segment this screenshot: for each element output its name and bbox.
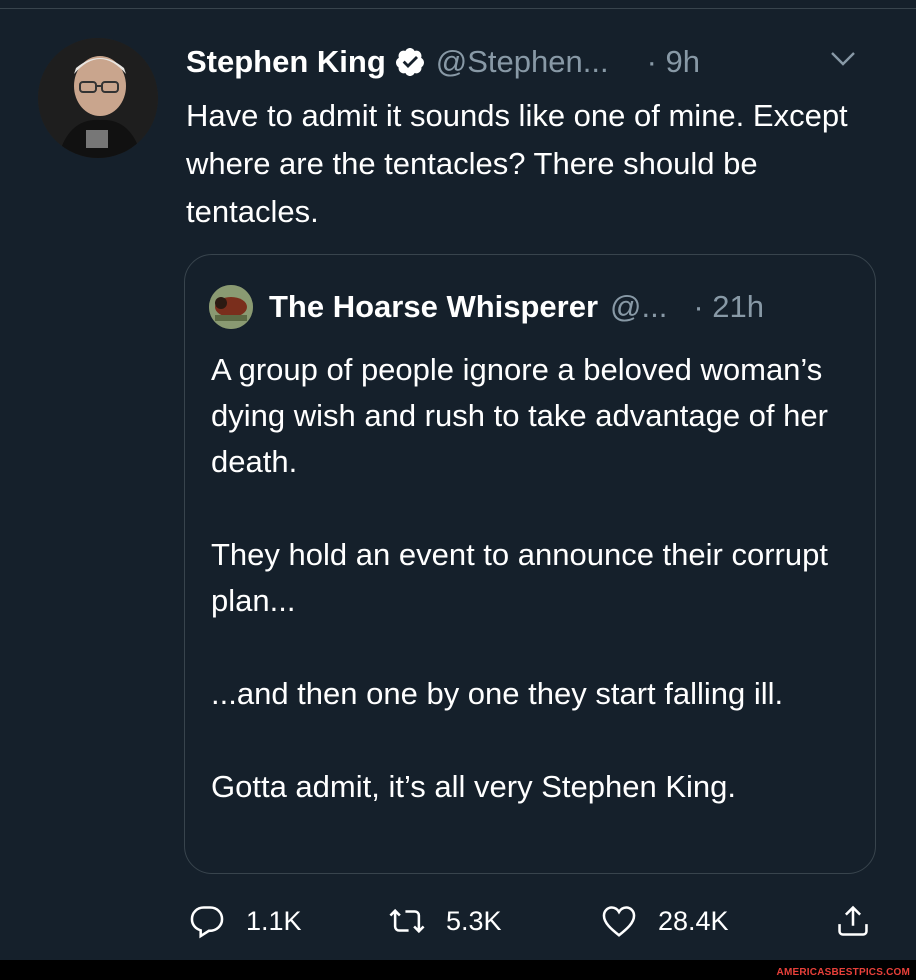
quoted-tweet-card[interactable]: The Hoarse Whisperer @... · 21h A group …	[184, 254, 876, 874]
like-count: 28.4K	[658, 905, 729, 936]
quoted-author-avatar[interactable]	[209, 285, 253, 329]
reply-button[interactable]: 1.1K	[188, 896, 302, 946]
retweet-count: 5.3K	[446, 905, 502, 936]
author-name[interactable]: Stephen King	[186, 44, 386, 80]
footer-bar: AMERICASBESTPICS.COM	[0, 960, 916, 980]
quoted-paragraph: They hold an event to announce their cor…	[211, 537, 828, 618]
retweet-icon	[389, 908, 425, 934]
share-icon	[838, 905, 868, 936]
quoted-paragraph: Gotta admit, it’s all very Stephen King.	[211, 769, 736, 804]
quoted-paragraph: A group of people ignore a beloved woman…	[211, 352, 828, 479]
quoted-avatar-image	[209, 285, 253, 329]
author-avatar[interactable]	[38, 38, 158, 158]
verified-badge-icon	[394, 46, 426, 78]
quoted-author-name[interactable]: The Hoarse Whisperer	[269, 289, 598, 325]
reply-icon	[190, 906, 224, 939]
tweet-header: Stephen King @Stephen... · 9h	[186, 42, 700, 82]
quoted-tweet-body: A group of people ignore a beloved woman…	[211, 347, 851, 810]
tweet-action-bar: 1.1K 5.3K 28.4K	[0, 896, 916, 946]
watermark-text: AMERICASBESTPICS.COM	[776, 967, 910, 978]
quoted-paragraph: ...and then one by one they start fallin…	[211, 676, 784, 711]
quoted-tweet-header: The Hoarse Whisperer @... · 21h	[209, 285, 764, 329]
author-handle[interactable]: @Stephen...	[436, 44, 609, 80]
quoted-tweet-timestamp[interactable]: · 21h	[693, 289, 764, 325]
reply-count: 1.1K	[246, 905, 302, 936]
quoted-author-handle[interactable]: @...	[610, 289, 667, 325]
tweet-timestamp[interactable]: · 9h	[647, 44, 700, 80]
author-avatar-image	[38, 38, 158, 158]
share-button[interactable]	[834, 896, 872, 946]
retweet-button[interactable]: 5.3K	[388, 896, 502, 946]
top-divider	[0, 8, 916, 9]
chevron-down-icon[interactable]	[826, 44, 860, 74]
like-button[interactable]: 28.4K	[600, 896, 729, 946]
tweet-text: Have to admit it sounds like one of mine…	[186, 98, 848, 229]
heart-icon	[602, 906, 636, 937]
